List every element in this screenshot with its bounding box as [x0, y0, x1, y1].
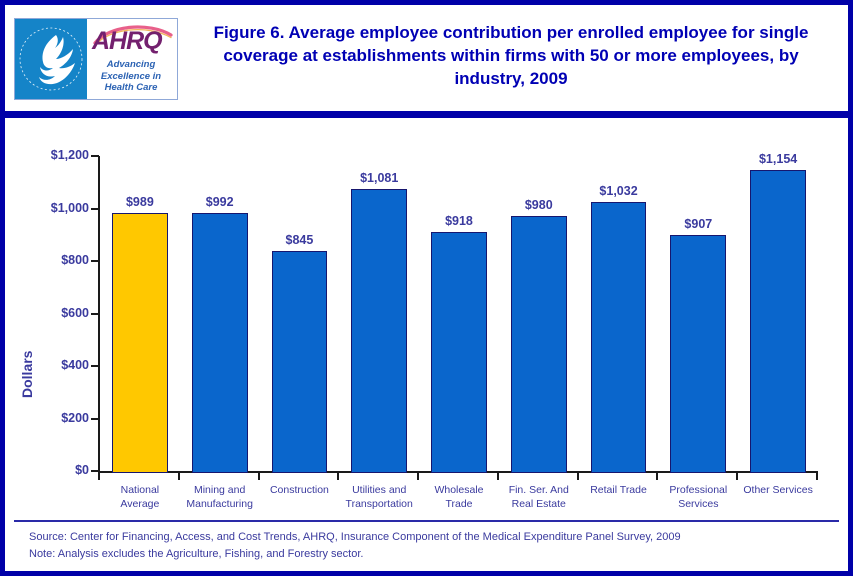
- bar-value-label: $1,032: [599, 184, 638, 199]
- source-note: Source: Center for Financing, Access, an…: [29, 531, 681, 543]
- x-axis-category-label: Construction: [256, 483, 344, 497]
- analysis-note: Note: Analysis excludes the Agriculture,…: [29, 548, 364, 560]
- bar[interactable]: [750, 170, 807, 473]
- x-axis-tick: [417, 473, 420, 480]
- bar-value-label: $980: [524, 197, 553, 212]
- bar-column[interactable]: $918: [431, 158, 487, 473]
- bar-column[interactable]: $907: [670, 158, 727, 473]
- x-axis-category-line: Construction: [269, 484, 329, 496]
- ahrq-tagline-line3: Health Care: [104, 82, 158, 93]
- x-axis-category-line: National: [120, 484, 160, 496]
- header-divider: [5, 111, 848, 118]
- bar-value-label: $845: [285, 233, 314, 248]
- bar[interactable]: [510, 215, 567, 473]
- bar-column[interactable]: $980: [510, 158, 567, 473]
- x-axis-tick: [337, 473, 340, 480]
- bar-column[interactable]: $845: [271, 158, 328, 473]
- x-axis-category-label: Fin. Ser. And Real Estate: [495, 483, 583, 511]
- bar-column[interactable]: $1,081: [351, 158, 408, 473]
- ahrq-logo: AHRQ Advancing Excellence in Health Care: [87, 19, 177, 99]
- y-axis-tick-label: $1,000: [50, 200, 89, 215]
- x-axis-tick: [257, 473, 260, 480]
- x-axis-category-label: Professional Services: [654, 483, 742, 511]
- x-axis-tick: [656, 473, 659, 480]
- bar[interactable]: [351, 189, 408, 473]
- bar[interactable]: [271, 251, 328, 473]
- x-axis-category-line: Other Services: [743, 484, 813, 496]
- y-axis-tick-label: $600: [61, 305, 89, 320]
- bar-value-label: $918: [445, 214, 473, 229]
- bar-value-label: $992: [205, 194, 234, 209]
- figure-frame: AHRQ Advancing Excellence in Health Care…: [0, 0, 853, 576]
- x-axis-category-label: Mining and Manufacturing: [176, 483, 264, 511]
- bar-value-label: $907: [684, 216, 713, 231]
- agency-logo: AHRQ Advancing Excellence in Health Care: [14, 18, 178, 100]
- bar-column[interactable]: $992: [191, 158, 248, 473]
- bar[interactable]: [111, 213, 168, 473]
- x-axis-category-label: Utilities and Transportation: [335, 483, 423, 511]
- bar[interactable]: [590, 202, 647, 473]
- y-axis-tick-label: $800: [61, 253, 89, 267]
- x-axis-category-line: Wholesale: [434, 484, 484, 496]
- x-axis-category-line: Fin. Ser. And: [508, 484, 569, 496]
- x-axis-category-line: Manufacturing: [186, 498, 253, 510]
- y-axis-tick-label: $200: [61, 410, 89, 425]
- ahrq-tagline: Advancing Excellence in Health Care: [87, 59, 175, 94]
- y-axis-tick-label: $1,200: [50, 148, 89, 162]
- x-axis-tick: [496, 473, 499, 480]
- bar-column[interactable]: $1,154: [750, 152, 807, 473]
- x-axis-tick: [576, 473, 579, 480]
- x-axis-category-line: Trade: [445, 498, 473, 510]
- x-axis-category-line: Transportation: [345, 498, 413, 510]
- hhs-seal-icon: [15, 19, 87, 99]
- x-axis-tick: [98, 473, 100, 480]
- figure-footnotes: Source: Center for Financing, Access, an…: [29, 529, 829, 563]
- x-axis-category-label: Wholesale Trade: [415, 483, 503, 511]
- x-axis-category-labels: National Average Mining and Manufacturing Co…: [100, 483, 818, 523]
- x-axis-category-label: National Average: [96, 483, 184, 511]
- y-axis-tick-labels: $0 $200 $400 $600 $800 $1,000 $1,200: [13, 118, 89, 516]
- x-axis-category-line: Real Estate: [511, 498, 566, 510]
- bar-value-label: $1,081: [360, 171, 399, 186]
- x-axis-category-line: Average: [120, 498, 160, 510]
- x-axis-tick: [177, 473, 180, 480]
- page-title: Figure 6. Average employee contribution …: [213, 23, 809, 88]
- x-axis-category-line: Services: [678, 498, 719, 510]
- x-axis-category-line: Retail Trade: [590, 484, 647, 496]
- x-axis-tick: [816, 473, 818, 480]
- x-axis-category-line: Mining and: [193, 484, 246, 496]
- bar-series: $989 $992 $845 $1,081 $918 $980 $1,032 $907 $1,1…: [100, 152, 818, 473]
- figure-header: AHRQ Advancing Excellence in Health Care…: [5, 5, 848, 111]
- x-axis-category-line: Utilities and: [352, 484, 407, 496]
- chart-plot-area: Dollars $0 $200 $400 $600 $800 $1,000 $1,200 $…: [5, 118, 848, 516]
- bar[interactable]: [670, 234, 727, 473]
- x-axis-category-label: Retail Trade: [575, 483, 663, 497]
- bar[interactable]: [431, 232, 487, 473]
- bar-column[interactable]: $989: [111, 158, 168, 473]
- footer-divider: [14, 520, 839, 522]
- bar-value-label: $1,154: [758, 152, 798, 167]
- bar-value-label: $989: [125, 195, 154, 210]
- y-axis-tick-label: $0: [75, 463, 89, 477]
- ahrq-wordmark: AHRQ: [92, 27, 163, 55]
- ahrq-tagline-line2: Excellence in: [100, 70, 162, 82]
- ahrq-tagline-line1: Advancing: [106, 59, 156, 70]
- y-axis-tick-label: $400: [61, 358, 89, 372]
- x-axis-category-label: Other Services: [734, 483, 822, 497]
- x-axis-category-line: Professional: [669, 484, 728, 496]
- x-axis-tick: [736, 473, 739, 480]
- bar[interactable]: [191, 212, 248, 473]
- bar-column[interactable]: $1,032: [590, 158, 647, 473]
